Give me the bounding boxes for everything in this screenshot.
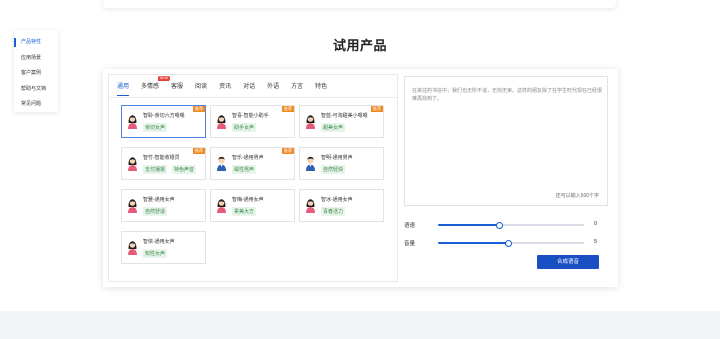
voice-selector: 通用 多情感 NEW 客服 阅读 资讯 对话 外语 方言 特色 智聆-亲切六方嗯嗯 亲切女声 推荐 智喜… [108, 74, 398, 282]
volume-slider-fill [438, 242, 509, 244]
voice-card[interactable]: 智竹-智能收银员 支付播报 特色声音 推荐 [121, 147, 206, 180]
tab-label: 通用 [117, 84, 130, 90]
recommend-badge: 推荐 [282, 148, 294, 154]
voice-card[interactable]: 智雅-通用女声 自然舒适 [121, 189, 206, 222]
voice-tag: 柔美大方 [232, 207, 257, 216]
voice-name: 智聆-亲切六方嗯嗯 [143, 113, 185, 119]
tab-6[interactable]: 外语 [261, 78, 285, 96]
tab-1[interactable]: 多情感 NEW [135, 76, 171, 96]
voice-card[interactable]: 智梅-通用女声 柔美大方 [210, 189, 295, 222]
voice-tag: 青春活力 [321, 207, 346, 216]
recommend-badge: 推荐 [193, 106, 205, 112]
tab-label: 方言 [291, 84, 304, 90]
tab-label: 多情感 [141, 84, 160, 90]
voice-tag: 甜美女声 [321, 123, 346, 132]
voice-tag: 亲切女声 [143, 123, 168, 132]
voice-tag: 支付播报 [143, 165, 168, 174]
tab-label: 客服 [171, 84, 184, 90]
voice-card[interactable]: 智乐-通用男声 磁性男声 推荐 [210, 147, 295, 180]
volume-label: 音量 [404, 241, 416, 247]
female-avatar-icon [305, 198, 316, 213]
recommend-badge: 推荐 [282, 106, 294, 112]
tab-label: 特色 [315, 84, 328, 90]
voice-tag: 特色声音 [172, 165, 197, 174]
char-limit-hint: 还可以输入500个字 [555, 193, 599, 199]
recommend-badge: 推荐 [193, 148, 205, 154]
voice-name: 智依-通用女声 [143, 239, 175, 245]
voice-tag: 助手女声 [232, 123, 257, 132]
male-avatar-icon [216, 156, 227, 171]
tab-3[interactable]: 阅读 [189, 78, 213, 96]
voice-tag: 磁性男声 [232, 165, 257, 174]
speed-label: 语速 [404, 223, 416, 229]
recommend-badge: 推荐 [371, 106, 383, 112]
tab-2[interactable]: 客服 [165, 78, 189, 96]
top-card [103, 0, 616, 8]
voice-name: 智雅-通用女声 [143, 197, 175, 203]
voice-category-tabs: 通用 多情感 NEW 客服 阅读 资讯 对话 外语 方言 特色 [114, 76, 333, 98]
female-avatar-icon [305, 114, 316, 129]
speed-value: 0 [594, 221, 598, 227]
side-nav-item-faq[interactable]: 常见问题 [14, 97, 58, 113]
text-input-value[interactable]: 在来往的书信中，我们也无所不谈，无拘无束。这样的朋友除了在学生时代现在已经很难再… [412, 87, 604, 103]
volume-slider-thumb[interactable] [504, 239, 512, 247]
voice-card[interactable]: 智明-通用男声 自然轻快 [299, 147, 384, 180]
text-input-area[interactable]: 在来往的书信中，我们也无所不谈，无拘无束。这样的朋友除了在学生时代现在已经很难再… [404, 76, 608, 206]
voice-card[interactable]: 智冰-通用女声 青春活力 [299, 189, 384, 222]
voice-card[interactable]: 智蓝-可淘甜美小嗯嗯 甜美女声 推荐 [299, 105, 384, 138]
voice-card[interactable]: 智聆-亲切六方嗯嗯 亲切女声 推荐 [121, 105, 206, 138]
voice-name: 智明-通用男声 [321, 155, 353, 161]
voice-card[interactable]: 智喜-智能小助手 助手女声 推荐 [210, 105, 295, 138]
side-nav-label: 常见问题 [21, 101, 42, 107]
tab-label: 外语 [267, 84, 280, 90]
side-nav-label: 客户案例 [21, 70, 42, 76]
side-nav-label: 应用场景 [21, 54, 42, 61]
voice-name: 智冰-通用女声 [321, 197, 353, 203]
female-avatar-icon [127, 240, 138, 255]
female-avatar-icon [216, 198, 227, 213]
voice-name: 智喜-智能小助手 [232, 113, 269, 119]
side-nav-item-docs[interactable]: 帮助与文档 [14, 82, 58, 98]
tab-8[interactable]: 特色 [309, 78, 333, 96]
page: 产品特性 应用场景 客户案例 帮助与文档 常见问题 试用产品 通用 多情感 NEW 客… [0, 0, 720, 339]
tab-label: 阅读 [195, 84, 208, 90]
female-avatar-icon [127, 198, 138, 213]
volume-slider-row: 音量 5 [404, 238, 614, 248]
side-nav-label: 帮助与文档 [21, 85, 47, 92]
tab-4[interactable]: 资讯 [213, 78, 237, 96]
speed-slider-row: 语速 0 [404, 220, 614, 230]
female-avatar-icon [127, 114, 138, 129]
voice-name: 智竹-智能收银员 [143, 155, 180, 161]
tab-label: 资讯 [219, 84, 232, 90]
tab-0[interactable]: 通用 [114, 78, 135, 96]
tab-label: 对话 [243, 84, 256, 90]
tab-5[interactable]: 对话 [237, 78, 261, 96]
tab-divider [109, 97, 397, 98]
female-avatar-icon [127, 156, 138, 171]
voice-name: 智梅-通用女声 [232, 197, 264, 203]
trial-panel: 通用 多情感 NEW 客服 阅读 资讯 对话 外语 方言 特色 智聆-亲切六方嗯嗯 亲切女声 推荐 智喜… [103, 69, 618, 287]
voice-name: 智乐-通用男声 [232, 155, 264, 161]
speed-slider-thumb[interactable] [495, 221, 503, 229]
footer-band [0, 311, 720, 339]
section-title: 试用产品 [332, 38, 387, 53]
side-nav-item-cases[interactable]: 客户案例 [14, 66, 58, 82]
female-avatar-icon [216, 114, 227, 129]
synthesize-button[interactable]: 合成语音 [537, 255, 599, 269]
speed-slider-track[interactable] [438, 221, 584, 229]
voice-card[interactable]: 智依-通用女声 知性女声 [121, 231, 206, 264]
speed-slider-fill [438, 224, 500, 226]
tab-7[interactable]: 方言 [285, 78, 309, 96]
volume-slider-track[interactable] [438, 239, 584, 247]
male-avatar-icon [305, 156, 316, 171]
volume-value: 5 [594, 239, 598, 245]
voice-tag: 知性女声 [143, 249, 168, 258]
voice-tag: 自然舒适 [143, 207, 168, 216]
voice-name: 智蓝-可淘甜美小嗯嗯 [321, 113, 368, 119]
voice-tag: 自然轻快 [321, 165, 346, 174]
